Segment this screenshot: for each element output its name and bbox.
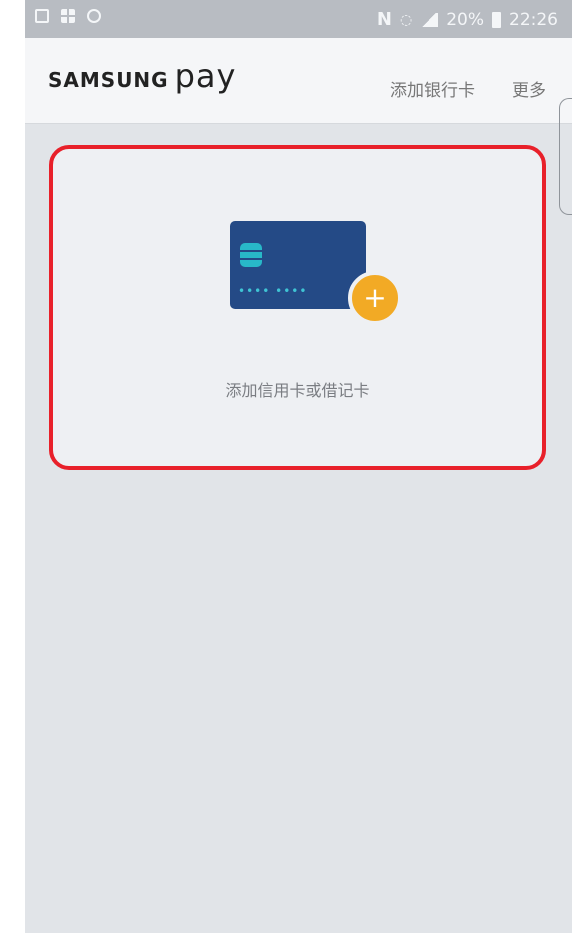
add-card-label: 添加信用卡或借记卡	[225, 381, 370, 400]
status-bar: N ◌ 20% 22:26	[25, 0, 572, 38]
signal-icon	[420, 12, 439, 27]
add-card-panel[interactable]: •••• •••• + 添加信用卡或借记卡	[49, 145, 546, 470]
phone-screen: N ◌ 20% 22:26 SAMSUNG pay 添加银行卡 更多 •••• …	[25, 0, 572, 933]
image-icon	[35, 9, 49, 23]
grid-icon	[61, 9, 75, 23]
credit-card-icon: •••• ••••	[230, 221, 366, 309]
app-bar: SAMSUNG pay 添加银行卡 更多	[25, 38, 572, 124]
card-number-dots: •••• ••••	[238, 284, 308, 298]
battery-percent: 20%	[446, 9, 484, 30]
add-bank-card-button[interactable]: 添加银行卡	[390, 76, 475, 101]
clock: 22:26	[509, 9, 558, 30]
status-right-icons: N ◌ 20% 22:26	[377, 9, 558, 30]
wifi-icon: ◌	[399, 11, 413, 28]
plus-icon: +	[348, 271, 402, 325]
more-button[interactable]: 更多	[512, 76, 546, 101]
logo-pay-text: pay	[174, 57, 237, 95]
samsung-pay-logo: SAMSUNG pay	[48, 57, 237, 95]
chip-icon	[240, 243, 262, 267]
status-left-icons	[35, 9, 101, 23]
battery-icon	[492, 11, 501, 28]
logo-samsung-text: SAMSUNG	[48, 68, 169, 92]
blocked-icon	[87, 9, 101, 23]
card-illustration: •••• •••• +	[230, 221, 406, 326]
side-scroll-tab[interactable]	[559, 98, 572, 215]
nfc-icon: N	[376, 9, 392, 30]
